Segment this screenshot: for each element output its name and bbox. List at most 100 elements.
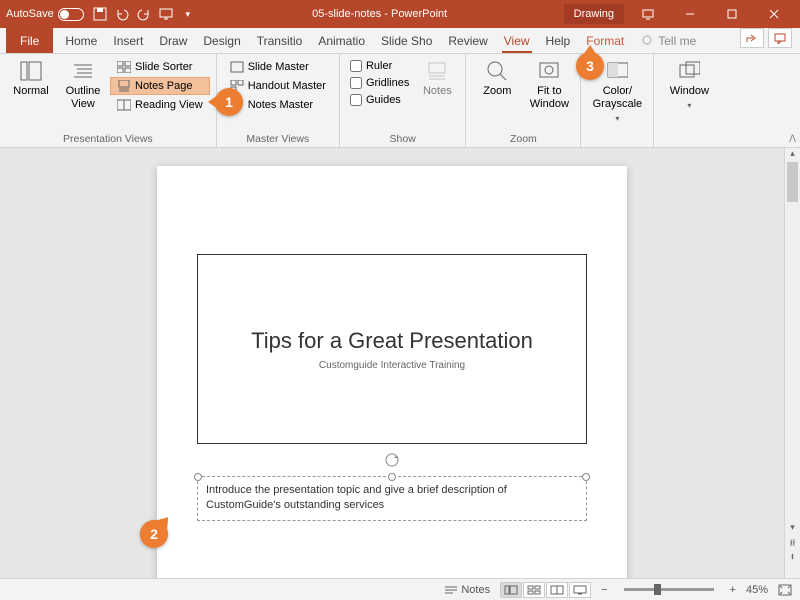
fit-to-window-icon[interactable] xyxy=(778,584,792,596)
zoom-out-button[interactable]: − xyxy=(601,584,607,596)
notes-toggle[interactable]: Notes xyxy=(445,584,490,596)
window-button[interactable]: Window ▾ xyxy=(660,56,718,131)
tab-draw[interactable]: Draw xyxy=(151,28,195,53)
slide-sorter-icon xyxy=(117,61,131,73)
slide-sorter-button[interactable]: Slide Sorter xyxy=(110,58,210,76)
tab-file[interactable]: File xyxy=(6,28,53,53)
document-title: 05-slide-notes - PowerPoint xyxy=(196,8,564,20)
zoom-button[interactable]: Zoom xyxy=(472,56,522,131)
view-mode-buttons xyxy=(500,582,591,598)
chevron-down-icon: ▾ xyxy=(687,101,691,111)
prev-slide-icon[interactable]: ⭿ xyxy=(785,536,800,550)
redo-icon[interactable] xyxy=(136,6,152,22)
ribbon-options-icon[interactable] xyxy=(628,0,668,28)
notes-page-button[interactable]: Notes Page xyxy=(110,77,210,95)
guides-checkbox[interactable]: Guides xyxy=(346,92,413,108)
ribbon-tabs: File Home Insert Draw Design Transitio A… xyxy=(0,28,800,54)
slide-title: Tips for a Great Presentation xyxy=(251,328,533,354)
slide-thumbnail[interactable]: Tips for a Great Presentation Customguid… xyxy=(197,254,587,444)
tab-animations[interactable]: Animatio xyxy=(310,28,373,53)
reading-view-button[interactable]: Reading View xyxy=(110,96,210,114)
callout-2: 2 xyxy=(140,520,168,548)
notes-page[interactable]: Tips for a Great Presentation Customguid… xyxy=(157,166,627,578)
normal-view-button[interactable]: Normal xyxy=(6,56,56,131)
tab-slideshow[interactable]: Slide Sho xyxy=(373,28,440,53)
slide-master-button[interactable]: Slide Master xyxy=(223,58,333,76)
normal-view-icon[interactable] xyxy=(500,582,522,598)
scroll-down-icon[interactable]: ▾ xyxy=(785,522,800,536)
chevron-down-icon: ▾ xyxy=(615,114,619,124)
zoom-slider[interactable] xyxy=(624,588,714,591)
sorter-view-icon[interactable] xyxy=(523,582,545,598)
drawing-mode-tab[interactable]: Drawing xyxy=(564,4,624,24)
tab-design[interactable]: Design xyxy=(195,28,248,53)
notes-text-box[interactable]: Introduce the presentation topic and giv… xyxy=(197,476,587,521)
zoom-in-button[interactable]: + xyxy=(730,584,736,596)
group-zoom: Zoom Fit to Window Zoom xyxy=(466,54,581,147)
selection-handle[interactable] xyxy=(388,473,396,481)
tab-transitions[interactable]: Transitio xyxy=(249,28,311,53)
comments-icon[interactable] xyxy=(768,28,792,48)
status-bar: Notes − + 45% xyxy=(0,578,800,600)
maximize-icon[interactable] xyxy=(712,0,752,28)
quick-access-toolbar: ▾ xyxy=(92,6,196,22)
tab-insert[interactable]: Insert xyxy=(105,28,151,53)
vertical-scrollbar[interactable]: ▴ ▾ ⭿ ⭽ xyxy=(784,148,800,578)
close-icon[interactable] xyxy=(754,0,794,28)
group-window: Window ▾ xyxy=(654,54,724,147)
tab-help[interactable]: Help xyxy=(538,28,579,53)
window-controls xyxy=(628,0,794,28)
tab-review[interactable]: Review xyxy=(440,28,495,53)
zoom-level[interactable]: 45% xyxy=(746,584,768,596)
callout-1: 1 xyxy=(215,88,243,116)
notes-icon xyxy=(426,60,448,82)
toggle-off-icon xyxy=(58,8,84,21)
fit-to-window-button[interactable]: Fit to Window xyxy=(524,56,574,131)
fit-window-icon xyxy=(538,60,560,82)
share-buttons xyxy=(740,28,800,53)
notes-text: Introduce the presentation topic and giv… xyxy=(206,484,507,511)
collapse-ribbon-icon[interactable]: ᐱ xyxy=(789,134,796,145)
group-presentation-views: Normal Outline View Slide Sorter Notes P… xyxy=(0,54,217,147)
workspace: Tips for a Great Presentation Customguid… xyxy=(0,148,784,578)
rotate-handle-icon[interactable] xyxy=(384,452,400,468)
color-grayscale-icon xyxy=(606,60,628,82)
selection-handle[interactable] xyxy=(582,473,590,481)
group-show: Ruler Gridlines Guides Notes Show xyxy=(340,54,466,147)
zoom-slider-knob[interactable] xyxy=(654,584,661,595)
titlebar: AutoSave ▾ 05-slide-notes - PowerPoint D… xyxy=(0,0,800,28)
callout-3: 3 xyxy=(576,52,604,80)
next-slide-icon[interactable]: ⭽ xyxy=(785,550,800,564)
window-icon xyxy=(678,60,700,82)
share-icon[interactable] xyxy=(740,28,764,48)
notes-page-icon xyxy=(117,80,131,92)
reading-view-icon xyxy=(117,99,131,111)
normal-view-icon xyxy=(20,60,42,82)
ribbon: Normal Outline View Slide Sorter Notes P… xyxy=(0,54,800,148)
start-slideshow-icon[interactable] xyxy=(158,6,174,22)
notes-icon xyxy=(445,585,457,595)
save-icon[interactable] xyxy=(92,6,108,22)
scroll-up-icon[interactable]: ▴ xyxy=(785,148,800,162)
minimize-icon[interactable] xyxy=(670,0,710,28)
selection-handle[interactable] xyxy=(194,473,202,481)
autosave-toggle[interactable]: AutoSave xyxy=(6,8,84,21)
tab-home[interactable]: Home xyxy=(57,28,105,53)
outline-view-button[interactable]: Outline View xyxy=(58,56,108,131)
lightbulb-icon xyxy=(640,34,654,48)
scrollbar-thumb[interactable] xyxy=(787,162,798,202)
gridlines-checkbox[interactable]: Gridlines xyxy=(346,75,413,91)
autosave-label: AutoSave xyxy=(6,8,54,20)
slideshow-view-icon[interactable] xyxy=(569,582,591,598)
slide-master-icon xyxy=(230,61,244,73)
undo-icon[interactable] xyxy=(114,6,130,22)
outline-view-icon xyxy=(72,60,94,82)
tab-view[interactable]: View xyxy=(496,28,538,53)
zoom-icon xyxy=(486,60,508,82)
ruler-checkbox[interactable]: Ruler xyxy=(346,58,413,74)
notes-pane-button[interactable]: Notes xyxy=(415,56,459,131)
qat-more-icon[interactable]: ▾ xyxy=(180,6,196,22)
slide-subtitle: Customguide Interactive Training xyxy=(319,360,465,371)
reading-view-icon[interactable] xyxy=(546,582,568,598)
tell-me-search[interactable]: Tell me xyxy=(640,28,696,53)
